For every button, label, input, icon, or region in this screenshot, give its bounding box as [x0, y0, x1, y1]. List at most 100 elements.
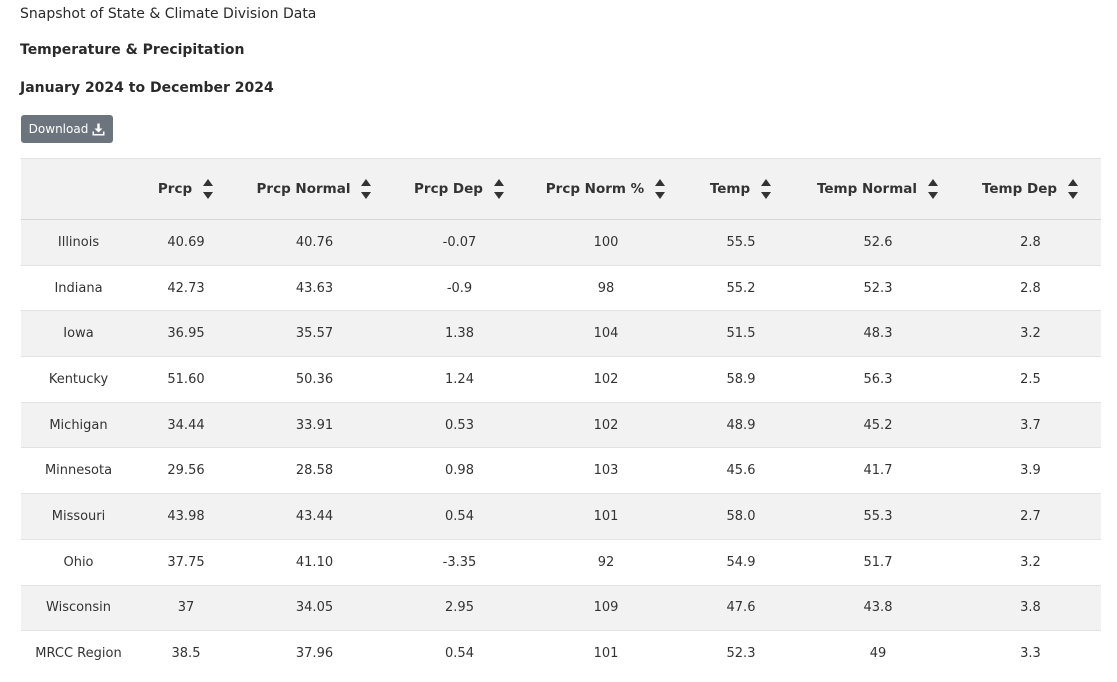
- column-header-state: [21, 159, 136, 220]
- table-row: Iowa 36.95 35.57 1.38 104 51.5 48.3 3.2: [21, 310, 1101, 357]
- sort-icon[interactable]: [202, 178, 214, 200]
- table-cell: 1.38: [445, 326, 474, 342]
- table-cell: 40.76: [295, 234, 334, 250]
- table-header-row: Prcp Prcp Normal Prcp Dep Prcp Norm % Te…: [21, 158, 1101, 220]
- table-row: Ohio 37.75 41.10 -3.35 92 54.9 51.7 3.2: [21, 539, 1101, 585]
- table-row: Indiana 42.73 43.63 -0.9 98 55.2 52.3 2.…: [21, 265, 1101, 311]
- column-header-prcp-dep[interactable]: Prcp Dep: [393, 159, 526, 220]
- table-cell: 37.96: [295, 646, 334, 662]
- table-cell: 55.3: [863, 508, 893, 524]
- download-icon: [92, 123, 105, 136]
- table-cell: 2.95: [445, 600, 474, 616]
- table-cell: 56.3: [863, 371, 893, 387]
- table-cell: 41.10: [295, 554, 334, 570]
- table-row: Minnesota 29.56 28.58 0.98 103 45.6 41.7…: [21, 447, 1101, 494]
- table-cell: 103: [593, 463, 619, 479]
- table-cell: 43.8: [863, 600, 893, 616]
- column-header-label: Temp Normal: [816, 181, 918, 197]
- table-cell: 38.5: [171, 646, 201, 662]
- table-cell-state: Illinois: [57, 234, 100, 250]
- table-cell: 2.5: [1020, 371, 1041, 387]
- date-range: January 2024 to December 2024: [20, 80, 274, 96]
- table-cell: 40.69: [167, 234, 205, 250]
- table-cell: 34.05: [295, 600, 334, 616]
- table-cell-state: Iowa: [63, 326, 94, 342]
- sort-icon[interactable]: [1067, 178, 1079, 200]
- column-header-prcp[interactable]: Prcp: [136, 159, 236, 220]
- table-cell: 37: [177, 600, 195, 616]
- table-cell-state: MRCC Region: [35, 646, 122, 662]
- section-subtitle: Temperature & Precipitation: [20, 42, 245, 58]
- column-header-temp-normal[interactable]: Temp Normal: [796, 159, 960, 220]
- table-cell-state: Michigan: [49, 417, 108, 433]
- sort-icon[interactable]: [493, 178, 505, 200]
- table-cell: 28.58: [295, 463, 334, 479]
- table-cell: 102: [593, 417, 619, 433]
- column-header-label: Prcp: [157, 181, 193, 197]
- table-cell: 3.3: [1020, 646, 1041, 662]
- table-cell: 104: [593, 326, 619, 342]
- page: Snapshot of State & Climate Division Dat…: [0, 0, 1117, 682]
- sort-icon[interactable]: [927, 178, 939, 200]
- table-cell: 3.7: [1020, 417, 1041, 433]
- table-cell: 36.95: [167, 326, 205, 342]
- table-cell: 100: [593, 234, 619, 250]
- table-cell: 58.0: [726, 508, 756, 524]
- table-cell: 0.54: [445, 646, 474, 662]
- table-cell: -0.9: [446, 280, 473, 296]
- table-cell: 37.75: [167, 554, 205, 570]
- table-cell: 42.73: [167, 280, 205, 296]
- sort-icon[interactable]: [360, 178, 372, 200]
- column-header-label: Prcp Normal: [256, 181, 351, 197]
- column-header-temp[interactable]: Temp: [686, 159, 796, 220]
- column-header-label: Prcp Norm %: [545, 181, 645, 197]
- table-cell: 109: [593, 600, 619, 616]
- table-cell: 1.24: [445, 371, 474, 387]
- table-row: Illinois 40.69 40.76 -0.07 100 55.5 52.6…: [21, 219, 1101, 266]
- column-header-label: Temp: [709, 181, 751, 197]
- table-row: MRCC Region 38.5 37.96 0.54 101 52.3 49 …: [21, 630, 1101, 677]
- table-cell: 2.7: [1020, 508, 1041, 524]
- table-cell: 29.56: [167, 463, 205, 479]
- table-cell: 54.9: [726, 554, 756, 570]
- table-cell: 2.8: [1020, 280, 1041, 296]
- table-cell: 51.5: [726, 326, 756, 342]
- table-cell: 51.7: [863, 554, 893, 570]
- table-cell: 49: [869, 646, 887, 662]
- table-cell: 0.98: [445, 463, 474, 479]
- table-cell-state: Minnesota: [44, 463, 113, 479]
- table-cell: 52.3: [863, 280, 893, 296]
- table-cell: 2.8: [1020, 234, 1041, 250]
- table-cell: 43.98: [167, 508, 205, 524]
- table-cell: 101: [593, 508, 619, 524]
- table-cell: 3.2: [1020, 554, 1041, 570]
- table-row: Michigan 34.44 33.91 0.53 102 48.9 45.2 …: [21, 402, 1101, 448]
- table-cell: 45.6: [726, 463, 756, 479]
- table-cell: 0.53: [445, 417, 474, 433]
- column-header-prcp-normal[interactable]: Prcp Normal: [236, 159, 393, 220]
- table-cell: 45.2: [863, 417, 893, 433]
- column-header-label: Prcp Dep: [414, 181, 483, 197]
- table-row: Wisconsin 37 34.05 2.95 109 47.6 43.8 3.…: [21, 585, 1101, 631]
- table-cell: 3.2: [1020, 326, 1041, 342]
- table-cell: 98: [597, 280, 615, 296]
- table-cell: 3.8: [1020, 600, 1041, 616]
- table-cell: -0.07: [442, 234, 477, 250]
- table-cell-state: Kentucky: [48, 371, 109, 387]
- sort-icon[interactable]: [654, 178, 666, 200]
- table-row: Missouri 43.98 43.44 0.54 101 58.0 55.3 …: [21, 493, 1101, 540]
- table-cell-state: Wisconsin: [46, 600, 111, 616]
- table-cell: 0.54: [445, 508, 474, 524]
- column-header-temp-dep[interactable]: Temp Dep: [960, 159, 1101, 220]
- table-cell: 43.63: [295, 280, 334, 296]
- column-header-prcp-norm-pct[interactable]: Prcp Norm %: [526, 159, 686, 220]
- table-cell: 92: [597, 554, 615, 570]
- table-cell: 52.6: [863, 234, 893, 250]
- download-button[interactable]: Download: [21, 115, 113, 143]
- table-cell: 47.6: [726, 600, 756, 616]
- table-cell: 34.44: [167, 417, 205, 433]
- sort-icon[interactable]: [760, 178, 772, 200]
- table-cell: 43.44: [295, 508, 334, 524]
- column-header-label: Temp Dep: [981, 181, 1058, 197]
- table-cell: 48.9: [726, 417, 756, 433]
